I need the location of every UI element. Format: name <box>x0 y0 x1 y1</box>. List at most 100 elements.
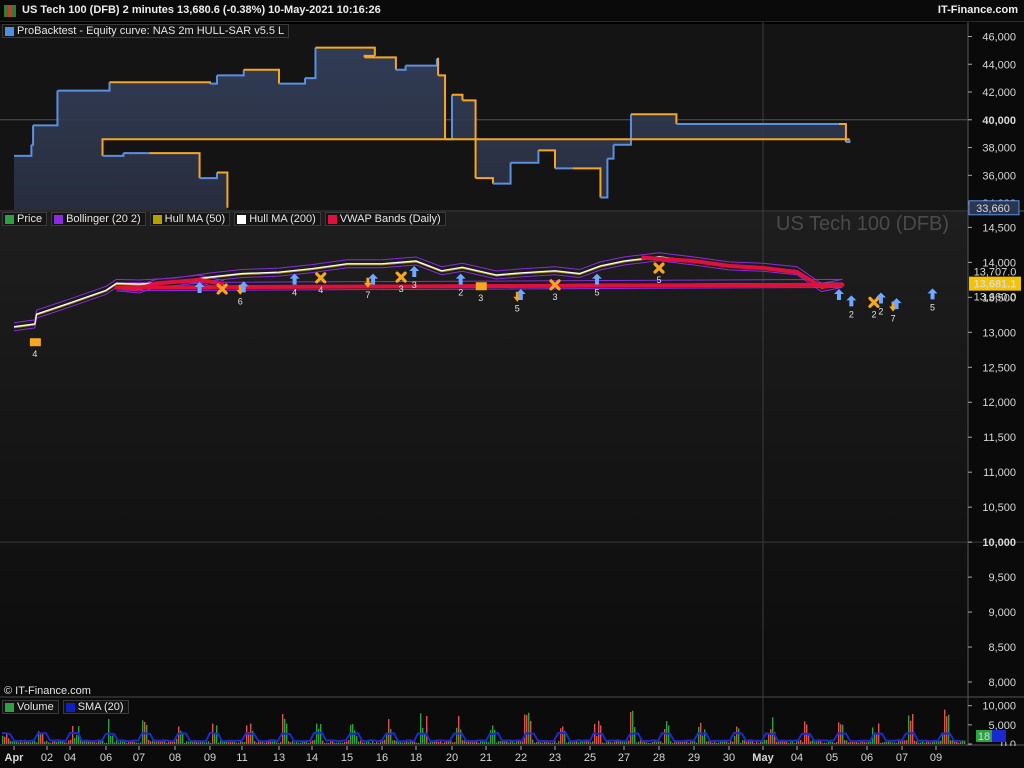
volume-bar <box>64 742 66 744</box>
legend-item[interactable]: Price <box>2 212 48 226</box>
volume-bar <box>696 742 698 744</box>
volume-bar <box>688 742 690 744</box>
volume-bar <box>566 742 568 744</box>
legend-item[interactable]: SMA (20) <box>62 700 129 714</box>
volume-bar <box>188 741 190 744</box>
price-tag: 13,681.1 <box>969 276 1021 291</box>
legend-label: SMA (20) <box>77 701 124 713</box>
legend-item[interactable]: ProBacktest - Equity curve: NAS 2m HULL-… <box>2 24 290 38</box>
date-axis-label: 30 <box>723 752 735 764</box>
date-axis-label: 02 <box>41 752 53 764</box>
volume-bar <box>76 734 78 744</box>
volume-bar <box>818 741 820 744</box>
price-legend: Price Bollinger (20 2) Hull MA (50) Hull MA… <box>2 212 446 226</box>
date-axis-label: 28 <box>653 752 665 764</box>
marker-count-label: 4 <box>32 349 37 359</box>
volume-bar <box>224 741 226 744</box>
legend-item[interactable]: Bollinger (20 2) <box>51 212 146 226</box>
volume-bar <box>290 742 292 744</box>
volume-bar <box>876 734 878 744</box>
volume-bar <box>404 742 406 744</box>
volume-bar <box>124 741 126 744</box>
marker-count-label: 3 <box>399 284 404 294</box>
volume-bar <box>656 741 658 744</box>
price-sub-label: 13,660.0 <box>974 292 1017 304</box>
volume-bar <box>114 742 116 744</box>
date-axis-label: 16 <box>376 752 388 764</box>
volume-bar <box>326 742 328 744</box>
marker-count-label: 7 <box>365 290 370 300</box>
volume-bar <box>588 741 590 744</box>
volume-bar <box>610 742 612 744</box>
price-axis-label: 11,500 <box>983 432 1016 444</box>
legend-item[interactable]: Hull MA (200) <box>234 212 321 226</box>
volume-bar <box>166 742 168 744</box>
volume-bar <box>530 720 532 744</box>
volume-bar <box>948 714 950 744</box>
volume-bar <box>702 735 704 744</box>
volume-bar <box>4 736 6 744</box>
volume-bar <box>460 729 462 744</box>
volume-bar <box>374 742 376 744</box>
symbol-watermark: US Tech 100 (DFB) <box>776 213 950 235</box>
volume-bar <box>322 740 324 744</box>
volume-bar <box>794 742 796 744</box>
volume-bar <box>680 742 682 744</box>
volume-bar <box>822 742 824 744</box>
date-axis-label: 07 <box>896 752 908 764</box>
volume-bar <box>526 715 528 744</box>
legend-color-swatch <box>5 26 14 36</box>
volume-bar <box>270 741 272 744</box>
volume-bar <box>72 725 74 744</box>
volume-bar <box>918 742 920 744</box>
volume-bar <box>118 742 120 744</box>
volume-bar <box>534 742 536 744</box>
volume-bar <box>110 735 112 744</box>
volume-bar <box>772 717 774 744</box>
volume-bar <box>280 741 282 744</box>
marker-count-label: 2 <box>849 309 854 319</box>
title-bar: US Tech 100 (DFB) 2 minutes 13,680.6 (-0… <box>0 0 1024 22</box>
volume-bar <box>964 740 966 744</box>
volume-bar <box>590 742 592 744</box>
volume-bar <box>962 740 964 744</box>
volume-bar <box>264 742 266 744</box>
date-axis-label: 29 <box>688 752 700 764</box>
equity-last-value-text: 33,660 <box>976 203 1010 215</box>
price-axis-label: 11,000 <box>983 467 1016 479</box>
volume-bar <box>634 727 636 744</box>
volume-bar <box>788 742 790 744</box>
volume-bar <box>2 735 4 744</box>
chart-canvas[interactable]: 42 264 4 73 32353 55275 46,00044,00042,00040,… <box>0 22 1024 768</box>
volume-bar <box>850 742 852 744</box>
volume-bar <box>176 738 178 744</box>
volume-bar <box>238 742 240 744</box>
volume-bar <box>206 742 208 744</box>
volume-bar <box>896 742 898 744</box>
volume-bar <box>586 741 588 744</box>
volume-bar <box>726 741 728 744</box>
volume-bar <box>364 742 366 744</box>
legend-item[interactable]: VWAP Bands (Daily) <box>324 212 446 226</box>
volume-bar <box>484 741 486 744</box>
price-axis-label: 10,500 <box>982 502 1016 514</box>
volume-bar <box>288 741 290 744</box>
volume-bar <box>824 742 826 744</box>
volume-bar <box>940 740 942 744</box>
volume-bar <box>584 741 586 744</box>
volume-bar <box>630 712 632 744</box>
legend-color-swatch <box>65 702 75 712</box>
legend-item[interactable]: Volume <box>2 700 59 714</box>
marker-count-label: 2 <box>878 307 883 317</box>
volume-bar <box>728 742 730 744</box>
volume-bar <box>312 740 314 744</box>
volume-bar <box>68 740 70 744</box>
legend-item[interactable]: Hull MA (50) <box>149 212 231 226</box>
volume-bar <box>930 742 932 744</box>
volume-bar <box>736 726 738 744</box>
equity-axis-label: 46,000 <box>982 31 1016 43</box>
volume-legend: Volume SMA (20) <box>2 700 129 714</box>
volume-bar <box>636 742 638 744</box>
volume-bar <box>528 712 530 744</box>
volume-bar <box>716 742 718 744</box>
